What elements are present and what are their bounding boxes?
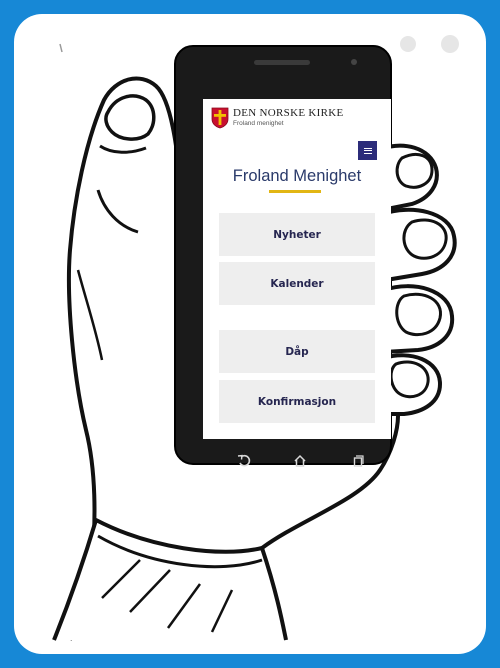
home-button[interactable]: [289, 450, 311, 472]
recent-apps-button[interactable]: [347, 450, 369, 472]
konfirmasjon-button[interactable]: Konfirmasjon: [219, 380, 375, 423]
page-title: Froland Menighet: [232, 167, 362, 185]
android-navigation-bar: [203, 446, 391, 476]
decorative-dot: [400, 36, 416, 52]
title-underline: [269, 190, 321, 193]
dap-button[interactable]: Dåp: [219, 330, 375, 373]
back-button[interactable]: [233, 450, 255, 472]
recent-apps-icon: [353, 455, 364, 467]
brand-header: DEN NORSKE KIRKE Froland menighet: [211, 107, 344, 129]
hamburger-menu-button[interactable]: [358, 141, 377, 160]
illustration-card: DEN NORSKE KIRKE Froland menighet Frolan…: [14, 14, 486, 654]
brand-subtitle: Froland menighet: [233, 120, 284, 127]
nyheter-button[interactable]: Nyheter: [219, 213, 375, 256]
decorative-dot: [441, 35, 459, 53]
back-arrow-icon: [237, 454, 251, 467]
church-crest-icon: [211, 107, 229, 129]
phone-screen: DEN NORSKE KIRKE Froland menighet Frolan…: [203, 99, 391, 439]
home-icon: [294, 454, 306, 467]
brand-name: DEN NORSKE KIRKE: [233, 107, 344, 119]
hamburger-menu-icon: [363, 147, 372, 154]
kalender-button[interactable]: Kalender: [219, 262, 375, 305]
